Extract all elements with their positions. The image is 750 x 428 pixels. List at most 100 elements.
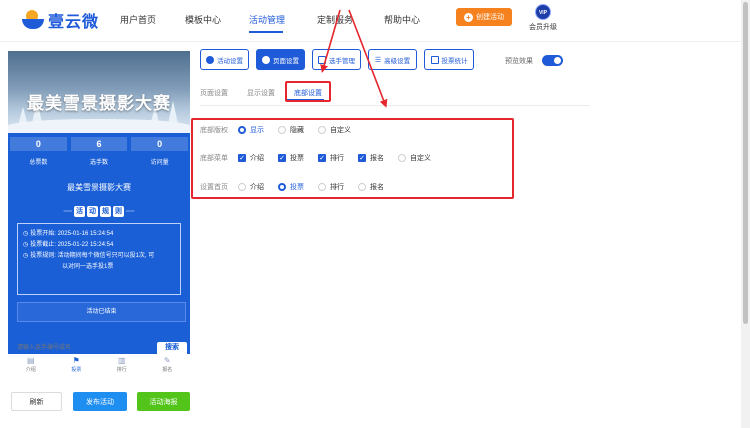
radio-copyright-custom[interactable]: 自定义 bbox=[318, 125, 351, 135]
rules-heading: ══ 活 动 规 则 ══ bbox=[63, 206, 135, 217]
clock-icon: ◷ bbox=[23, 253, 29, 259]
toggle-knob bbox=[554, 57, 561, 64]
tab-signup[interactable]: ✎ 报名 bbox=[145, 354, 191, 378]
stat-label: 总票数 bbox=[29, 160, 48, 166]
top-nav: 壹云微 用户首页 模板中心 活动管理 定制服务 帮助中心 + 创建活动 VIP … bbox=[0, 0, 741, 42]
user-icon bbox=[318, 55, 326, 64]
stats-bar: 0 总票数 6 选手数 0 访问量 bbox=[8, 133, 190, 169]
tab-contestant-management[interactable]: 选手管理 bbox=[312, 49, 361, 70]
mobile-preview: 最美雪景摄影大赛 0 总票数 6 选手数 0 访问量 最美雪景摄影大赛 ══ 活… bbox=[8, 51, 190, 378]
vip-upgrade-label: 会员升级 bbox=[529, 24, 557, 31]
nav-custom-service[interactable]: 定制服务 bbox=[317, 13, 353, 26]
plus-icon: + bbox=[464, 12, 473, 22]
tab-vote-statistics[interactable]: 投票统计 bbox=[424, 49, 474, 70]
clock-icon: ◷ bbox=[23, 231, 29, 237]
tab-page-settings[interactable]: 页面设置 bbox=[256, 49, 305, 70]
form-label: 底部菜单 bbox=[200, 155, 228, 162]
radio-copyright-show[interactable]: 显示 bbox=[238, 125, 264, 135]
rule-detail-cont: 以对同一选手投1票 bbox=[62, 264, 114, 270]
nav-user-home[interactable]: 用户首页 bbox=[120, 13, 156, 26]
scrollbar-thumb[interactable] bbox=[743, 2, 748, 324]
checkbox-menu-vote[interactable]: ✓ 投票 bbox=[278, 153, 304, 163]
activity-poster-button[interactable]: 活动海报 bbox=[137, 392, 190, 411]
stat-label: 访问量 bbox=[150, 160, 169, 166]
vip-badge-icon: VIP bbox=[535, 4, 551, 20]
gear-icon bbox=[262, 55, 270, 64]
form-row-copyright: 底部版权 显示 隐藏 自定义 bbox=[200, 124, 365, 136]
tab-label: 排行 bbox=[116, 367, 127, 373]
checkbox-icon: ✓ bbox=[278, 154, 286, 162]
banner-title: 最美雪景摄影大赛 bbox=[27, 94, 171, 114]
tab-ranking[interactable]: ▥ 排行 bbox=[99, 354, 145, 378]
checkbox-menu-intro[interactable]: ✓ 介绍 bbox=[238, 153, 264, 163]
bar-chart-icon: ▥ bbox=[117, 356, 126, 365]
subtab-display-settings[interactable]: 显示设置 bbox=[247, 88, 275, 98]
banner-image: 最美雪景摄影大赛 bbox=[8, 51, 190, 133]
checkbox-icon: ✓ bbox=[358, 154, 366, 162]
tab-label: 投票 bbox=[71, 367, 82, 373]
contestant-search: 搜索 bbox=[17, 342, 187, 354]
tab-label: 页面设置 bbox=[273, 57, 299, 65]
nav-active-indicator bbox=[249, 31, 283, 33]
gear-icon bbox=[206, 55, 214, 64]
create-activity-button[interactable]: + 创建活动 bbox=[456, 8, 512, 26]
publish-activity-button[interactable]: 发布活动 bbox=[73, 392, 127, 411]
tab-activity-settings[interactable]: 活动设置 bbox=[200, 49, 249, 70]
activity-name: 最美雪景摄影大赛 bbox=[67, 183, 131, 192]
create-activity-label: 创建活动 bbox=[476, 14, 504, 21]
flag-icon: ⚑ bbox=[72, 356, 80, 365]
rules-heading-char: 规 bbox=[100, 206, 111, 217]
form-label: 底部版权 bbox=[200, 127, 228, 134]
preview-toggle[interactable] bbox=[542, 55, 563, 66]
stat-visits: 0 访问量 bbox=[129, 133, 190, 169]
brand-name: 壹云微 bbox=[48, 14, 100, 31]
rule-start: ◷ 投票开始: 2025-01-16 15:24:54 bbox=[23, 229, 175, 240]
vip-upgrade[interactable]: VIP 会员升级 bbox=[528, 4, 558, 32]
activity-status: 活动已结束 bbox=[17, 302, 186, 322]
tab-label: 介绍 bbox=[25, 367, 36, 373]
preview-tabbar: ▤ 介绍 ⚑ 投票 ▥ 排行 ✎ 报名 bbox=[8, 354, 190, 378]
stat-label: 选手数 bbox=[90, 160, 109, 166]
form-row-home-page: 设置首页 介绍 投票 排行 报名 bbox=[200, 181, 398, 193]
radio-icon bbox=[318, 183, 326, 191]
radio-icon bbox=[238, 183, 246, 191]
nav-template-center[interactable]: 模板中心 bbox=[185, 13, 221, 26]
rules-heading-char: 活 bbox=[74, 206, 85, 217]
rule-detail: ◷ 投票规则: 活动期间每个微信号只可以投1次, 可 bbox=[23, 251, 175, 262]
radio-icon bbox=[278, 183, 286, 191]
tab-vote[interactable]: ⚑ 投票 bbox=[54, 354, 100, 378]
stat-contestants: 6 选手数 bbox=[69, 133, 130, 169]
stat-value: 0 bbox=[10, 137, 67, 151]
logo-icon bbox=[22, 9, 44, 31]
radio-icon bbox=[318, 126, 326, 134]
tab-advanced-settings[interactable]: ☰ 高级设置 bbox=[368, 49, 417, 70]
page-scrollbar[interactable] bbox=[741, 0, 750, 428]
subtab-page-settings[interactable]: 页面设置 bbox=[200, 88, 228, 98]
checkbox-menu-custom[interactable]: 自定义 bbox=[398, 153, 431, 163]
radio-home-vote[interactable]: 投票 bbox=[278, 182, 304, 192]
radio-home-signup[interactable]: 报名 bbox=[358, 182, 384, 192]
nav-help-center[interactable]: 帮助中心 bbox=[384, 13, 420, 26]
radio-icon bbox=[278, 126, 286, 134]
refresh-button[interactable]: 刷新 bbox=[11, 392, 62, 411]
stat-value: 6 bbox=[70, 137, 128, 151]
search-button[interactable]: 搜索 bbox=[157, 342, 187, 354]
clock-icon: ◷ bbox=[23, 242, 29, 248]
signup-icon: ✎ bbox=[163, 356, 171, 365]
radio-home-intro[interactable]: 介绍 bbox=[238, 182, 264, 192]
checkbox-menu-ranking[interactable]: ✓ 排行 bbox=[318, 153, 344, 163]
tab-intro[interactable]: ▤ 介绍 bbox=[8, 354, 54, 378]
sliders-icon: ☰ bbox=[374, 56, 382, 64]
brand-logo[interactable]: 壹云微 bbox=[22, 8, 99, 32]
rules-heading-char: 则 bbox=[113, 206, 124, 217]
form-row-bottom-menu: 底部菜单 ✓ 介绍 ✓ 投票 ✓ 排行 ✓ 报名 自定义 bbox=[200, 152, 445, 164]
checkbox-menu-signup[interactable]: ✓ 报名 bbox=[358, 153, 384, 163]
radio-copyright-hide[interactable]: 隐藏 bbox=[278, 125, 304, 135]
stat-value: 0 bbox=[131, 137, 189, 151]
nav-activity-management[interactable]: 活动管理 bbox=[249, 13, 285, 26]
tab-label: 高级设置 bbox=[384, 57, 411, 65]
radio-home-ranking[interactable]: 排行 bbox=[318, 182, 344, 192]
search-input[interactable] bbox=[17, 342, 157, 354]
annotation-highlight-subtab bbox=[285, 81, 331, 102]
bar-chart-icon bbox=[430, 55, 439, 64]
